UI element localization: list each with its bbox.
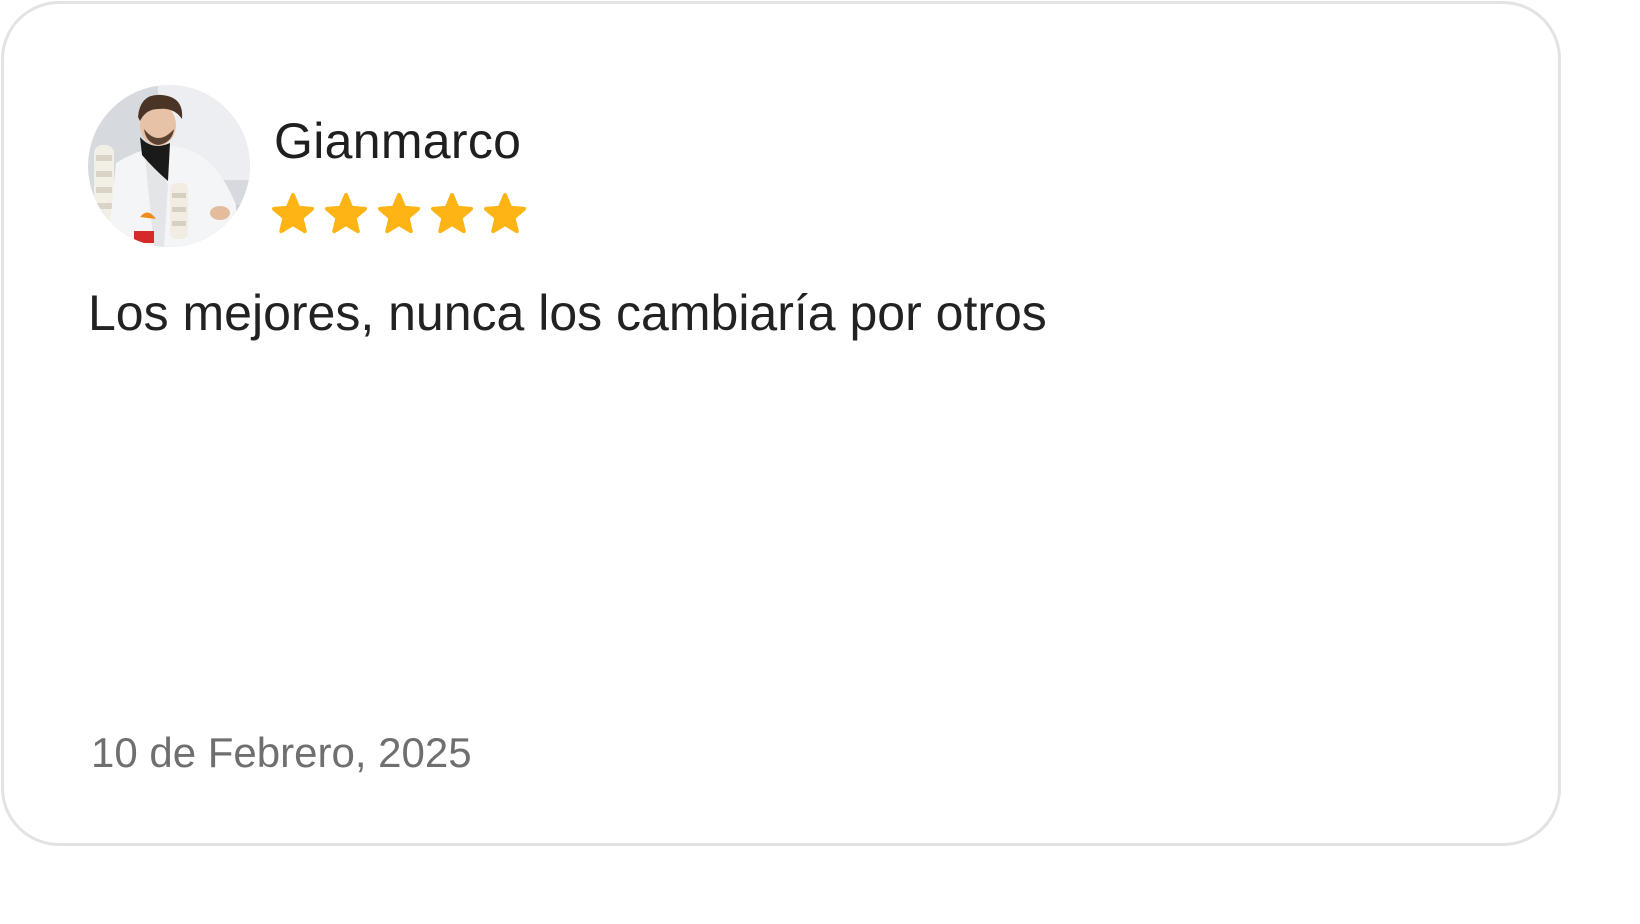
reviewer-name: Gianmarco: [274, 113, 522, 169]
review-text: Los mejores, nunca los cambiaría por otr…: [88, 285, 1047, 341]
star-rating: [272, 193, 526, 235]
star-icon: [431, 193, 473, 235]
star-icon: [484, 193, 526, 235]
review-card: Gianmarco Los mejores, nunca los cambiar…: [1, 1, 1561, 846]
star-icon: [272, 193, 314, 235]
star-icon: [378, 193, 420, 235]
star-icon: [325, 193, 367, 235]
review-date: 10 de Febrero, 2025: [91, 729, 472, 776]
avatar: [88, 85, 250, 247]
